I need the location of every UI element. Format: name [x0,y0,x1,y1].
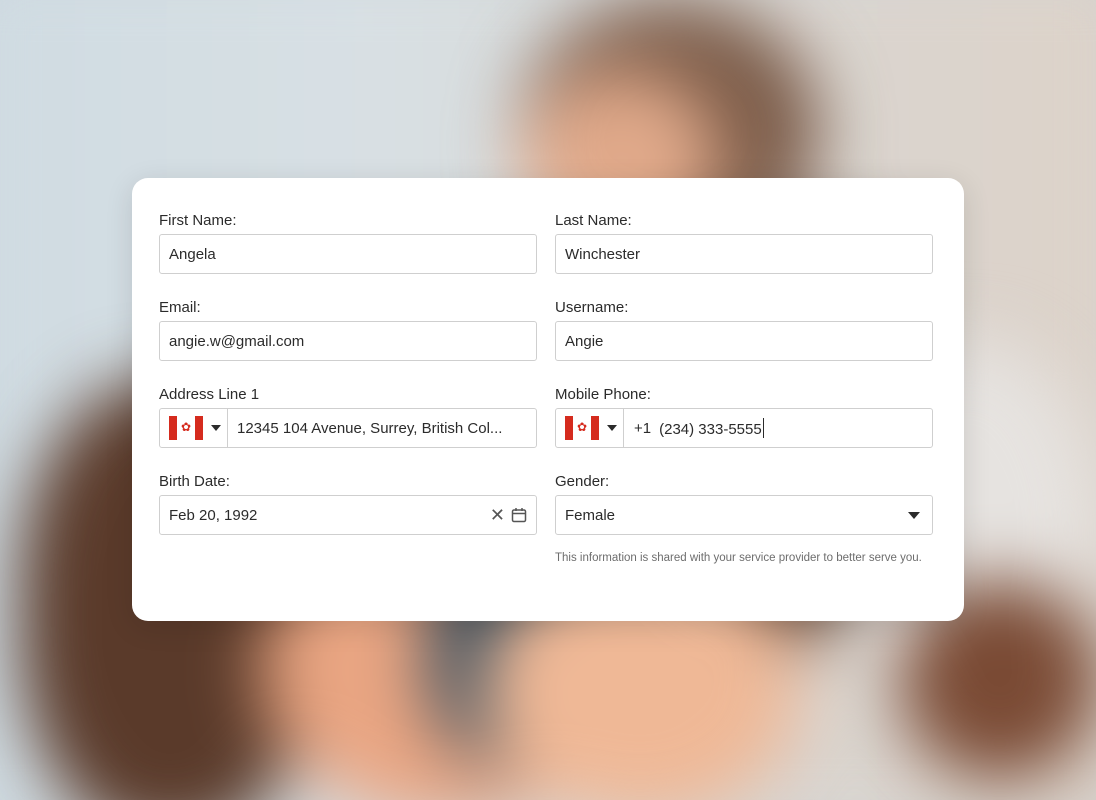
username-value: Angie [565,332,604,350]
canada-flag-icon: ✿ [169,416,203,440]
first-name-input[interactable]: Angela [159,234,537,274]
caret-down-icon [211,425,221,431]
birth-date-label: Birth Date: [159,473,230,490]
phone-number-value: (234) 333-5555 [651,418,764,438]
last-name-input[interactable]: Winchester [555,234,933,274]
first-name-label: First Name: [159,212,237,229]
first-name-value: Angela [169,245,216,263]
email-value: angie.w@gmail.com [169,332,305,350]
address-input[interactable]: ✿ 12345 104 Avenue, Surrey, British Col.… [159,408,537,448]
address-country-selector[interactable]: ✿ [160,409,228,447]
last-name-label: Last Name: [555,212,632,229]
mobile-phone-label: Mobile Phone: [555,386,651,403]
gender-value: Female [565,506,616,524]
canada-flag-icon: ✿ [565,416,599,440]
address-label: Address Line 1 [159,386,260,403]
username-input[interactable]: Angie [555,321,933,361]
caret-down-icon[interactable] [908,511,920,519]
last-name-value: Winchester [565,245,641,263]
clear-icon[interactable]: ✕ [490,506,505,524]
profile-form-card: First Name: Angela Last Name: Winchester… [132,178,964,621]
gender-help-text: This information is shared with your ser… [555,552,922,564]
text-cursor [762,418,764,438]
caret-down-icon [607,425,617,431]
birth-date-value: Feb 20, 1992 [169,506,258,524]
username-label: Username: [555,299,629,316]
gender-select[interactable]: Female [555,495,933,535]
mobile-phone-input[interactable]: ✿ +1 (234) 333-5555 [555,408,933,448]
email-input[interactable]: angie.w@gmail.com [159,321,537,361]
phone-country-selector[interactable]: ✿ [556,409,624,447]
calendar-icon[interactable] [511,507,527,523]
phone-prefix: +1 [634,419,652,437]
address-value: 12345 104 Avenue, Surrey, British Col... [237,419,503,437]
birth-date-input[interactable]: Feb 20, 1992 ✕ [159,495,537,535]
gender-label: Gender: [555,473,610,490]
email-label: Email: [159,299,201,316]
